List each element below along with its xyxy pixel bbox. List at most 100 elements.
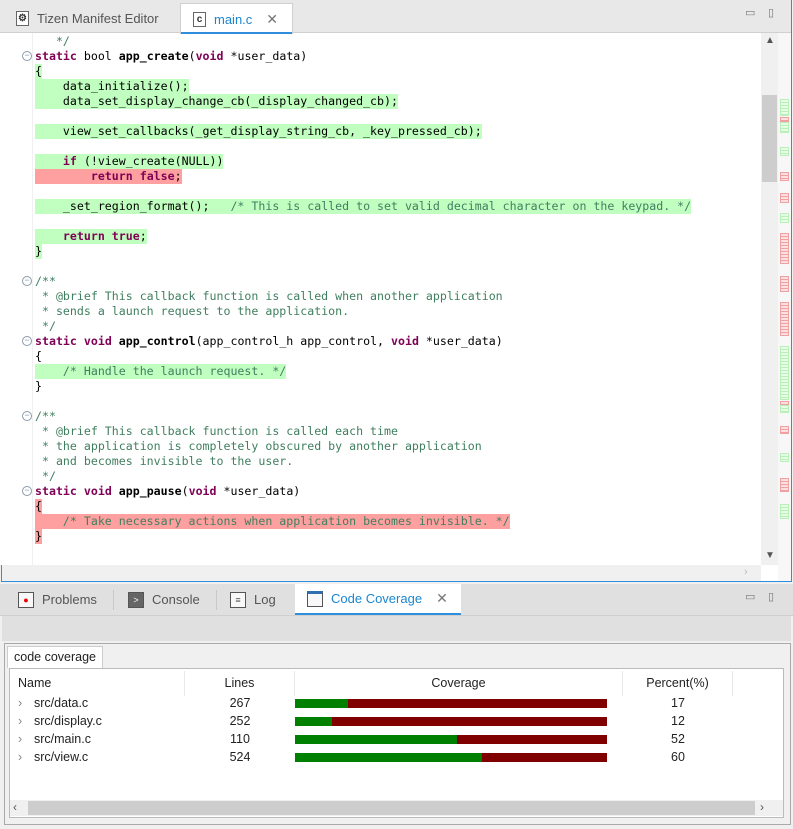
tab-console[interactable]: > Console <box>116 584 212 615</box>
code-line: if (!view_create(NULL)) <box>35 154 760 169</box>
code-text: static bool app_create(void *user_data) <box>35 49 307 64</box>
scroll-left-icon[interactable]: ‹ <box>13 800 17 814</box>
uncovered-highlight: /* Take necessary actions when applicati… <box>35 514 510 529</box>
keyword: if <box>62 154 77 168</box>
table-row[interactable]: › src/data.c 267 17 <box>10 694 783 712</box>
expand-chevron-icon[interactable]: › <box>18 748 22 766</box>
editor-horizontal-scrollbar[interactable]: › <box>2 565 761 581</box>
uncovered-highlight: { <box>35 499 42 514</box>
comment: */ <box>35 34 70 48</box>
c-file-icon: c <box>193 11 206 27</box>
code-line: view_set_callbacks(_get_display_string_c… <box>35 124 760 139</box>
editor-scroll-thumb[interactable] <box>762 95 777 182</box>
covered-marker[interactable] <box>780 405 789 413</box>
column-header-coverage[interactable]: Coverage <box>295 671 623 696</box>
code-token: view_set_callbacks(_get_display_string_c… <box>35 124 482 138</box>
covered-marker[interactable] <box>780 453 789 462</box>
covered-marker[interactable] <box>780 147 789 156</box>
maximize-icon[interactable]: ▯ <box>768 6 774 19</box>
code-line: /** <box>35 274 760 289</box>
panel-tab-bar: ● Problems > Console ≡ Log Code Coverage… <box>0 584 793 616</box>
scroll-down-icon[interactable]: ▼ <box>765 550 775 561</box>
log-icon: ≡ <box>230 591 246 608</box>
covered-marker[interactable] <box>780 346 789 400</box>
maximize-icon[interactable]: ▯ <box>768 590 774 603</box>
code-text: */ <box>35 319 56 334</box>
column-header-percent[interactable]: Percent(%) <box>623 671 733 696</box>
problems-icon: ● <box>18 591 34 608</box>
table-row[interactable]: › src/view.c 524 60 <box>10 748 783 766</box>
column-header-name[interactable]: Name <box>18 671 185 696</box>
expand-chevron-icon[interactable]: › <box>18 712 22 730</box>
code-token: *user_data) <box>418 334 503 348</box>
coverage-overview-ruler[interactable] <box>778 33 791 581</box>
coverage-bar-fill <box>295 717 333 726</box>
comment: */ <box>35 469 56 483</box>
code-token: { <box>35 499 42 513</box>
uncovered-marker[interactable] <box>780 233 789 264</box>
tab-log[interactable]: ≡ Log <box>218 584 288 615</box>
coverage-percent: 60 <box>671 750 685 764</box>
line-count: 267 <box>229 696 251 710</box>
keyword: return <box>90 169 133 183</box>
editor-tab-bar: ⚙ Tizen Manifest Editor c main.c ✕ ▭ ▯ <box>0 0 791 34</box>
scroll-right-icon[interactable]: › <box>744 566 748 578</box>
uncovered-marker[interactable] <box>780 302 789 336</box>
covered-marker[interactable] <box>780 504 789 519</box>
covered-highlight: } <box>35 244 42 259</box>
code-text: */ <box>35 34 70 49</box>
comment: * sends a launch request to the applicat… <box>35 304 350 318</box>
uncovered-marker[interactable] <box>780 172 789 181</box>
tab-code-coverage-inner[interactable]: code coverage <box>7 646 104 668</box>
expand-chevron-icon[interactable]: › <box>18 730 22 748</box>
fold-toggle-icon[interactable]: − <box>22 276 32 286</box>
scroll-up-icon[interactable]: ▲ <box>765 35 775 46</box>
table-scroll-thumb[interactable] <box>28 801 755 815</box>
tab-tizen-manifest-editor[interactable]: ⚙ Tizen Manifest Editor <box>4 3 171 33</box>
table-row[interactable]: › src/main.c 110 52 <box>10 730 783 748</box>
scroll-right-icon[interactable]: › <box>760 800 764 814</box>
code-area[interactable]: */static bool app_create(void *user_data… <box>35 34 760 564</box>
close-tab-icon[interactable]: ✕ <box>266 11 278 28</box>
line-count: 524 <box>229 750 251 764</box>
minimize-icon[interactable]: ▭ <box>745 590 755 603</box>
column-header-lines[interactable]: Lines <box>185 671 295 696</box>
uncovered-marker[interactable] <box>780 193 789 203</box>
covered-highlight: return true; <box>35 229 147 244</box>
line-count: 252 <box>229 714 251 728</box>
fold-toggle-icon[interactable]: − <box>22 336 32 346</box>
code-token: { <box>35 64 42 78</box>
code-line: data_set_display_change_cb(_display_chan… <box>35 94 760 109</box>
coverage-bar-fill <box>295 753 483 762</box>
manifest-gear-icon: ⚙ <box>16 10 29 26</box>
tab-code-coverage[interactable]: Code Coverage ✕ <box>295 584 461 615</box>
code-token: *user_data) <box>223 49 308 63</box>
close-tab-icon[interactable]: ✕ <box>436 590 448 607</box>
tab-problems[interactable]: ● Problems <box>6 584 109 615</box>
file-name: src/main.c <box>34 732 91 746</box>
tab-main-c[interactable]: c main.c ✕ <box>180 3 293 34</box>
covered-marker[interactable] <box>780 213 789 223</box>
file-name: src/view.c <box>34 750 89 764</box>
fold-toggle-icon[interactable]: − <box>22 51 32 61</box>
uncovered-marker[interactable] <box>780 426 789 434</box>
code-line: static bool app_create(void *user_data) <box>35 49 760 64</box>
code-line: { <box>35 499 760 514</box>
keyword: static <box>35 49 77 63</box>
minimize-icon[interactable]: ▭ <box>745 6 755 19</box>
code-line: */ <box>35 319 760 334</box>
expand-chevron-icon[interactable]: › <box>18 694 22 712</box>
uncovered-marker[interactable] <box>780 478 789 492</box>
fold-toggle-icon[interactable]: − <box>22 411 32 421</box>
covered-marker[interactable] <box>780 122 789 133</box>
comment: * and becomes invisible to the user. <box>35 454 294 468</box>
table-row[interactable]: › src/display.c 252 12 <box>10 712 783 730</box>
covered-marker[interactable] <box>780 99 789 116</box>
comment: * @brief This callback function is calle… <box>35 424 398 438</box>
covered-highlight: _set_region_format(); /* This is called … <box>35 199 692 214</box>
code-line: /* Handle the launch request. */ <box>35 364 760 379</box>
fold-toggle-icon[interactable]: − <box>22 486 32 496</box>
uncovered-marker[interactable] <box>780 276 789 292</box>
